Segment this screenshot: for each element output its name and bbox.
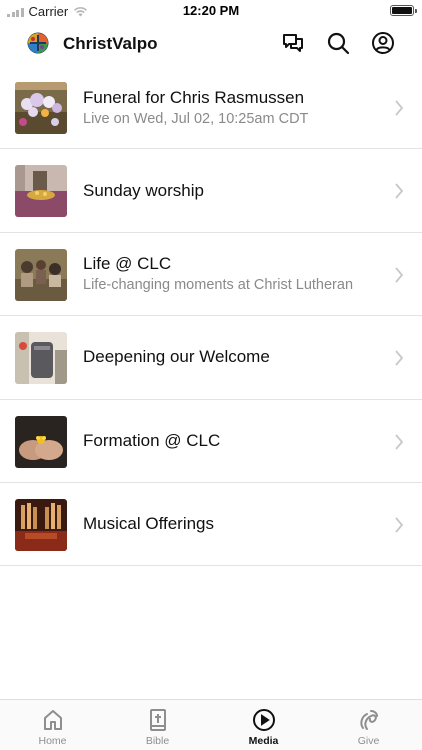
search-icon[interactable]: [326, 31, 350, 55]
list-item-title: Funeral for Chris Rasmussen: [83, 87, 305, 107]
tab-media[interactable]: Media: [211, 700, 316, 750]
hands-thumbnail: [15, 415, 67, 468]
worship-thumbnail: [15, 165, 67, 218]
give-icon: [357, 708, 381, 732]
chevron-right-icon: [395, 267, 404, 283]
battery-icon: [390, 5, 417, 16]
app-logo-icon: [27, 32, 49, 54]
play-circle-icon: [252, 708, 276, 732]
list-item-title: Life @ CLC: [83, 254, 172, 274]
tab-label: Give: [357, 735, 380, 747]
list-item-text: Sunday worship: [83, 149, 382, 231]
children-thumbnail: [15, 248, 67, 301]
tab-label: Home: [38, 735, 67, 747]
chevron-right-icon: [395, 350, 404, 366]
status-bar: Carrier 12:20 PM: [0, 0, 422, 22]
tab-bible[interactable]: Bible: [105, 700, 210, 750]
home-icon: [41, 708, 65, 732]
app-title: ChristValpo: [63, 34, 158, 53]
tab-home[interactable]: Home: [0, 700, 105, 750]
list-item-title: Formation @ CLC: [83, 430, 221, 450]
chevron-right-icon: [395, 100, 404, 116]
chevron-right-icon: [395, 517, 404, 533]
list-item[interactable]: Life @ CLC Life-changing moments at Chri…: [0, 233, 422, 317]
tab-label: Bible: [145, 735, 170, 747]
list-item-text: Formation @ CLC: [83, 400, 382, 482]
welcome-thumbnail: [15, 332, 67, 385]
account-icon[interactable]: [371, 31, 395, 55]
list-item-title: Sunday worship: [83, 180, 204, 200]
list-item-title: Musical Offerings: [83, 514, 215, 534]
app-header: ChristValpo: [0, 22, 422, 66]
list-item-title: Deepening our Welcome: [83, 347, 270, 367]
status-time: 12:20 PM: [182, 3, 240, 18]
flowers-thumbnail: [15, 82, 67, 134]
list-item[interactable]: Musical Offerings: [0, 483, 422, 567]
organ-thumbnail: [15, 498, 67, 551]
list-item[interactable]: Funeral for Chris Rasmussen Live on Wed,…: [0, 66, 422, 150]
list-item-text: Musical Offerings: [83, 483, 382, 565]
chevron-right-icon: [395, 433, 404, 450]
list-item-subtitle: Life-changing moments at Christ Lutheran: [83, 277, 354, 294]
list-item-text: Deepening our Welcome: [83, 316, 382, 398]
list-item-text: Life @ CLC Life-changing moments at Chri…: [83, 233, 382, 315]
list-item-text: Funeral for Chris Rasmussen Live on Wed,…: [83, 66, 382, 148]
chevron-right-icon: [395, 183, 404, 199]
media-list: Funeral for Chris Rasmussen Live on Wed,…: [0, 66, 422, 567]
chat-icon[interactable]: [281, 31, 305, 55]
tab-bar: Home Bible Media Give: [0, 699, 422, 750]
tab-give[interactable]: Give: [316, 700, 421, 750]
list-item[interactable]: Formation @ CLC: [0, 400, 422, 483]
list-item[interactable]: Sunday worship: [0, 149, 422, 233]
list-item[interactable]: Deepening our Welcome: [0, 316, 422, 400]
tab-label: Media: [248, 735, 279, 747]
bible-icon: [146, 708, 170, 732]
list-item-subtitle: Live on Wed, Jul 02, 10:25am CDT: [83, 110, 309, 127]
